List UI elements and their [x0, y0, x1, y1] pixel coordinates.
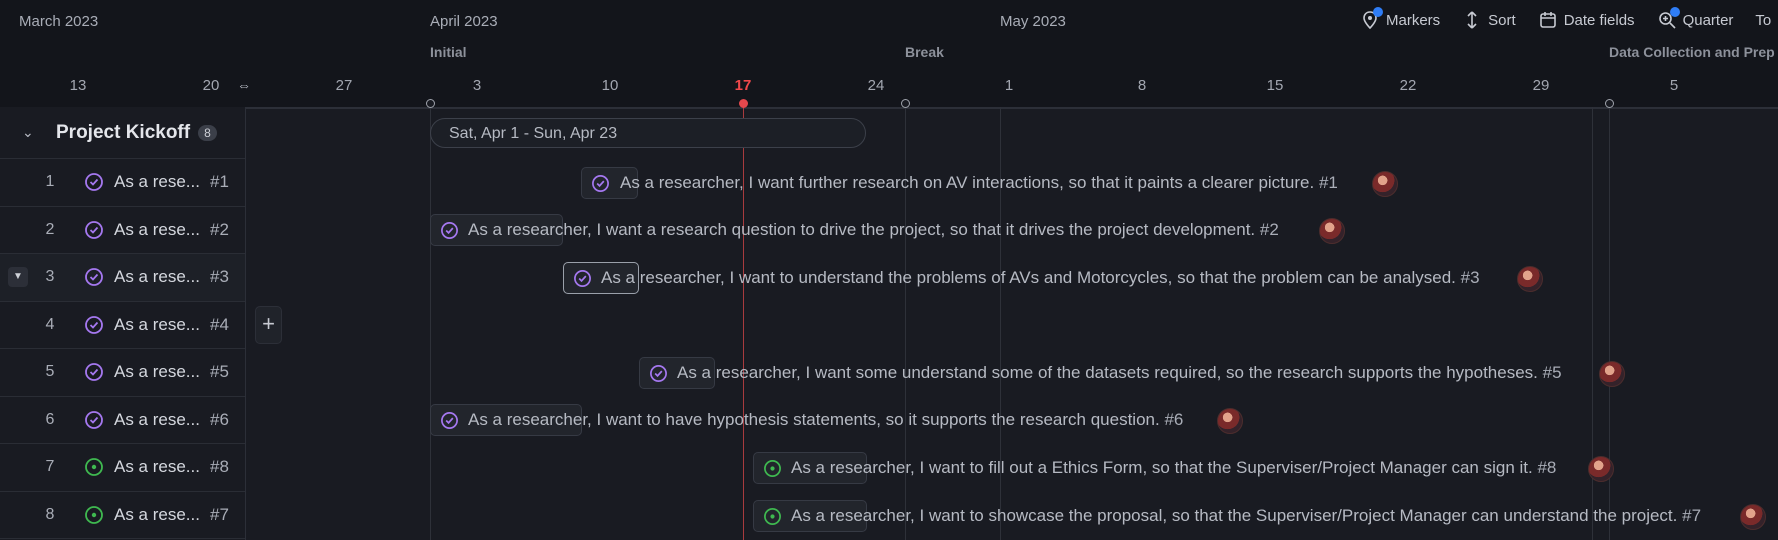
done-status-icon	[85, 220, 103, 239]
done-status-icon	[85, 268, 103, 286]
row-title[interactable]: As a rese...	[114, 362, 200, 382]
open-status-icon	[764, 508, 781, 525]
bar-title[interactable]: As a researcher, I want some understand …	[677, 357, 1562, 389]
day-tick: 29	[1532, 77, 1550, 94]
bar-title[interactable]: As a researcher, I want to showcase the …	[791, 500, 1701, 532]
group-title: Project Kickoff	[56, 121, 191, 143]
item-list-sidebar: ⌄ Project Kickoff 8 1 As a rese... #1 2 …	[0, 107, 246, 540]
table-row[interactable]: 4 As a rese... #4	[0, 302, 245, 349]
chevron-down-icon[interactable]: ⌄	[22, 124, 40, 141]
assignee-avatar[interactable]	[1588, 456, 1614, 482]
month-label: May 2023	[1000, 13, 1066, 30]
add-date-button[interactable]: +	[255, 306, 282, 344]
iteration-marker	[1605, 99, 1614, 108]
day-tick: 22	[1399, 77, 1417, 94]
row-title[interactable]: As a rese...	[114, 505, 200, 525]
open-status-icon	[85, 505, 103, 524]
today-button[interactable]: To	[1755, 10, 1771, 30]
bar-title[interactable]: As a researcher, I want to fill out a Et…	[791, 452, 1556, 484]
iteration-line	[430, 107, 431, 540]
date-fields-button[interactable]: Date fields	[1538, 10, 1635, 30]
done-status-icon	[592, 175, 609, 192]
done-status-icon	[441, 412, 458, 429]
day-tick: 24	[867, 77, 885, 94]
row-issue-number: #7	[210, 504, 229, 524]
row-issue-number: #6	[210, 409, 229, 429]
row-title[interactable]: As a rese...	[114, 315, 200, 335]
calendar-icon	[1539, 12, 1556, 28]
zoom-button[interactable]: Quarter	[1657, 7, 1733, 30]
group-header[interactable]: ⌄ Project Kickoff 8	[0, 107, 245, 159]
table-row[interactable]: 5 As a rese... #5	[0, 349, 245, 397]
assignee-avatar[interactable]	[1217, 408, 1243, 434]
row-issue-number: #8	[210, 457, 229, 477]
day-tick: 8	[1137, 77, 1147, 94]
iteration-label: Initial	[430, 44, 467, 60]
table-row[interactable]: 2 As a rese... #2	[0, 207, 245, 254]
row-menu-dropdown-icon[interactable]: ▼	[8, 267, 28, 287]
month-label: April 2023	[430, 13, 498, 30]
date-range-pill: Sat, Apr 1 - Sun, Apr 23	[430, 118, 866, 148]
day-tick: 27	[335, 77, 353, 94]
column-resize-icon[interactable]: ⇔	[235, 78, 253, 92]
open-status-icon	[764, 460, 781, 477]
day-tick: 20	[202, 77, 220, 94]
row-title[interactable]: As a rese...	[114, 267, 200, 287]
assignee-avatar[interactable]	[1372, 171, 1398, 197]
sort-button[interactable]: Sort	[1462, 10, 1516, 30]
today-marker	[739, 99, 748, 108]
timeline-header: March 2023 April 2023 May 2023 Initial B…	[0, 0, 1778, 109]
table-row[interactable]: 6 As a rese... #6	[0, 397, 245, 444]
markers-button[interactable]: Markers	[1360, 7, 1440, 30]
done-status-icon	[85, 410, 103, 429]
day-tick: 5	[1669, 77, 1679, 94]
day-tick: 15	[1266, 77, 1284, 94]
bar-title[interactable]: As a researcher, I want further research…	[620, 167, 1338, 199]
bar-title[interactable]: As a researcher, I want a research quest…	[468, 214, 1279, 246]
open-status-icon	[85, 458, 103, 476]
iteration-label: Data Collection and Prep	[1609, 44, 1775, 60]
row-issue-number: #3	[210, 267, 229, 287]
row-issue-number: #2	[210, 219, 229, 239]
assignee-avatar[interactable]	[1740, 504, 1766, 530]
table-row[interactable]: 8 As a rese... #7	[0, 492, 245, 539]
day-tick: 10	[601, 77, 619, 94]
assignee-avatar[interactable]	[1517, 266, 1543, 292]
row-title[interactable]: As a rese...	[114, 220, 200, 240]
done-status-icon	[441, 222, 458, 239]
iteration-label: Break	[905, 44, 944, 60]
done-status-icon	[85, 315, 103, 334]
table-row[interactable]: 1 As a rese... #1	[0, 159, 245, 207]
table-row[interactable]: 7 As a rese... #8	[0, 444, 245, 492]
day-tick: 13	[69, 77, 87, 94]
done-status-icon	[574, 270, 591, 287]
iteration-marker	[901, 99, 910, 108]
day-tick: 3	[472, 77, 482, 94]
row-title[interactable]: As a rese...	[114, 410, 200, 430]
group-count-badge: 8	[198, 124, 217, 141]
row-title[interactable]: As a rese...	[114, 172, 200, 192]
zoom-icon	[1657, 7, 1680, 30]
bar-title[interactable]: As a researcher, I want to have hypothes…	[468, 404, 1183, 436]
done-status-icon	[650, 365, 667, 382]
iteration-marker	[426, 99, 435, 108]
row-issue-number: #5	[210, 362, 229, 382]
done-status-icon	[85, 363, 103, 381]
table-row-hovered[interactable]: ▼ 3 As a rese... #3	[0, 254, 245, 302]
marker-icon	[1360, 7, 1383, 30]
sort-icon	[1467, 11, 1477, 29]
month-label: March 2023	[19, 13, 99, 30]
assignee-avatar[interactable]	[1599, 361, 1625, 387]
row-issue-number: #4	[210, 314, 229, 334]
day-tick: 1	[1004, 77, 1014, 94]
today-tick: 17	[734, 77, 752, 94]
row-title[interactable]: As a rese...	[114, 457, 200, 477]
done-status-icon	[85, 173, 103, 191]
toolbar: Markers Sort Date fields Quarter To	[1360, 7, 1771, 30]
row-issue-number: #1	[210, 172, 229, 192]
assignee-avatar[interactable]	[1319, 218, 1345, 244]
bar-title-link[interactable]: As a researcher, I want to understand th…	[601, 262, 1480, 294]
